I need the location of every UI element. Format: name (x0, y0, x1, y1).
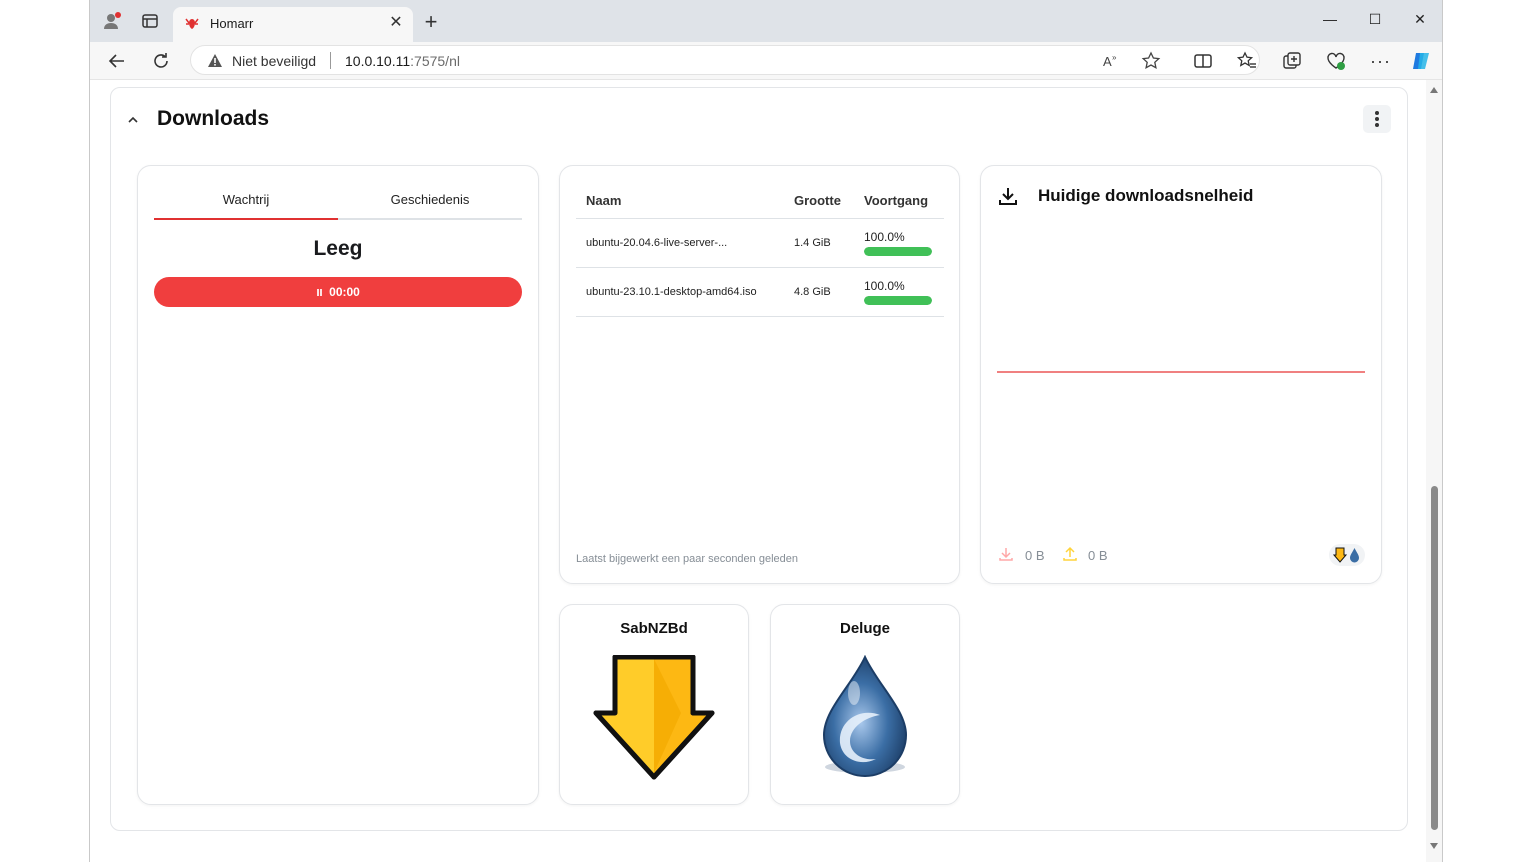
svg-text:A: A (1103, 54, 1112, 69)
close-window-icon[interactable]: ✕ (1408, 9, 1432, 29)
url-text[interactable]: 10.0.10.11:7575/nl (345, 53, 460, 69)
tab-actions-icon[interactable] (140, 11, 160, 31)
torrent-card: Naam Grootte Voortgang ubuntu-20.04.6-li… (559, 165, 960, 584)
address-bar[interactable]: Niet beveiligd 10.0.10.11:7575/nl A» (190, 45, 1260, 75)
homarr-favicon-icon (185, 18, 199, 29)
queue-tabs: Wachtrij Geschiedenis (154, 190, 522, 220)
torrent-table: Naam Grootte Voortgang ubuntu-20.04.6-li… (576, 184, 944, 317)
refresh-icon[interactable] (150, 50, 172, 72)
warning-icon[interactable] (207, 53, 223, 68)
progress-fill (864, 247, 932, 256)
torrent-progress: 100.0% (854, 218, 944, 268)
page-scrollbar[interactable] (1426, 80, 1442, 862)
table-row[interactable]: ubuntu-20.04.6-live-server-... 1.4 GiB 1… (576, 218, 944, 268)
browser-window: Homarr ✕ + — ☐ ✕ Niet beveiligd 10.0.10.… (89, 0, 1443, 862)
downloads-category: Downloads Wachtrij Geschiedenis Leeg 00:… (110, 87, 1408, 831)
browser-tab-homarr[interactable]: Homarr ✕ (173, 7, 413, 42)
speed-graph-line (997, 371, 1365, 373)
favorites-icon[interactable] (1236, 50, 1258, 72)
close-tab-icon[interactable]: ✕ (387, 14, 405, 32)
column-header-name[interactable]: Naam (576, 184, 784, 219)
sabnzbd-arrow-icon (593, 655, 715, 780)
download-icon (999, 188, 1017, 205)
new-tab-icon[interactable]: + (421, 11, 441, 33)
sabnzbd-badge-icon (1333, 547, 1347, 563)
torrent-name: ubuntu-23.10.1-desktop-amd64.iso (576, 267, 784, 317)
progress-bar (864, 296, 932, 305)
profile-icon[interactable] (102, 11, 122, 31)
url-divider (330, 52, 331, 69)
torrent-size: 1.4 GiB (784, 218, 854, 268)
upload-speed-value: 0 B (1088, 548, 1108, 563)
torrent-progress: 100.0% (854, 267, 944, 317)
url-host: 10.0.10.11 (345, 53, 411, 69)
usenet-queue-card: Wachtrij Geschiedenis Leeg 00:00 (137, 165, 539, 805)
more-options-icon[interactable]: ··· (1370, 51, 1391, 72)
menu-dot (1375, 111, 1379, 115)
title-bar: Homarr ✕ + — ☐ ✕ (90, 0, 1442, 42)
table-header-row: Naam Grootte Voortgang (576, 184, 944, 219)
deluge-badge-icon (1350, 548, 1359, 563)
browser-essentials-icon[interactable] (1325, 50, 1347, 72)
progress-text: 100.0% (864, 230, 905, 244)
menu-dot (1375, 117, 1379, 121)
scroll-up-icon[interactable] (1429, 86, 1439, 94)
tab-title: Homarr (210, 16, 254, 31)
queue-status-title: Leeg (313, 237, 363, 260)
torrent-name: ubuntu-20.04.6-live-server-... (576, 218, 784, 268)
tab-wachtrij[interactable]: Wachtrij (154, 190, 338, 220)
deluge-drop-icon (822, 655, 908, 777)
url-path: :7575/nl (410, 53, 460, 69)
page-viewport: Downloads Wachtrij Geschiedenis Leeg 00:… (90, 80, 1428, 862)
svg-text:»: » (1112, 53, 1117, 62)
collections-icon[interactable] (1281, 50, 1303, 72)
column-header-progress[interactable]: Voortgang (854, 184, 944, 219)
download-speed-value: 0 B (1025, 548, 1045, 563)
copilot-icon[interactable] (1410, 50, 1432, 72)
upload-stat-icon (1063, 546, 1077, 561)
split-screen-icon[interactable] (1192, 50, 1214, 72)
progress-text: 100.0% (864, 279, 905, 293)
minimize-icon[interactable]: — (1318, 9, 1342, 29)
pause-icon (316, 289, 323, 296)
category-menu-button[interactable] (1363, 105, 1391, 133)
progress-bar (864, 247, 932, 256)
app-tile-sabnzbd[interactable]: SabNZBd (559, 604, 749, 805)
favorite-star-icon[interactable] (1141, 51, 1161, 71)
category-title: Downloads (157, 107, 270, 130)
download-speed-card: Huidige downloadsnelheid 0 B 0 B (980, 165, 1382, 584)
app-name: SabNZBd (620, 620, 688, 637)
back-icon[interactable] (106, 50, 128, 72)
app-tile-deluge[interactable]: Deluge (770, 604, 960, 805)
read-aloud-icon[interactable]: A» (1101, 51, 1121, 71)
download-stat-icon (999, 548, 1013, 561)
tab-geschiedenis[interactable]: Geschiedenis (338, 190, 522, 218)
app-name: Deluge (839, 620, 890, 637)
column-header-size[interactable]: Grootte (784, 184, 854, 219)
menu-dot (1375, 123, 1379, 127)
scroll-thumb[interactable] (1431, 486, 1438, 830)
torrent-size: 4.8 GiB (784, 267, 854, 317)
maximize-icon[interactable]: ☐ (1363, 9, 1387, 29)
table-row[interactable]: ubuntu-23.10.1-desktop-amd64.iso 4.8 GiB… (576, 267, 944, 317)
queue-timer: 00:00 (329, 285, 360, 299)
browser-toolbar: Niet beveiligd 10.0.10.11:7575/nl A» ··· (90, 42, 1442, 80)
chevron-up-icon[interactable] (123, 110, 143, 130)
security-label[interactable]: Niet beveiligd (232, 53, 316, 69)
scroll-down-icon[interactable] (1429, 842, 1439, 850)
client-badges (1329, 544, 1365, 566)
progress-fill (864, 296, 932, 305)
queue-pause-button[interactable]: 00:00 (154, 277, 522, 307)
speed-title: Huidige downloadsnelheid (1038, 186, 1254, 205)
last-updated-text: Laatst bijgewerkt een paar seconden gele… (576, 553, 798, 565)
